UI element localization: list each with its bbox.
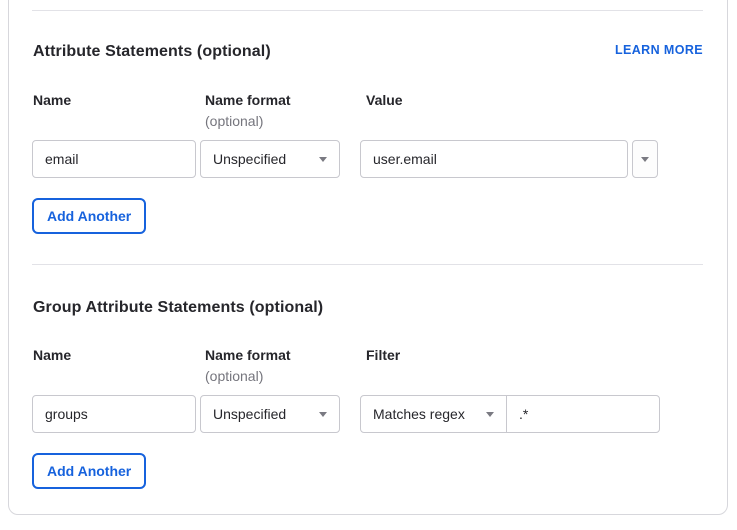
group-col-header-name-format-note: (optional)	[205, 368, 263, 384]
chevron-down-icon	[319, 412, 327, 417]
group-attribute-name-input[interactable]	[32, 395, 196, 433]
col-header-name-format: Name format	[205, 92, 291, 108]
col-header-name: Name	[33, 92, 71, 108]
group-attribute-filter-type-selected: Matches regex	[373, 406, 465, 422]
section-divider-middle	[32, 264, 703, 265]
attribute-name-format-selected: Unspecified	[213, 151, 286, 167]
group-attribute-filter-type-select[interactable]: Matches regex	[361, 396, 507, 432]
group-attribute-filter-value-input[interactable]	[507, 396, 712, 432]
attribute-name-format-select[interactable]: Unspecified	[200, 140, 340, 178]
chevron-down-icon	[486, 412, 494, 417]
learn-more-link[interactable]: LEARN MORE	[615, 43, 703, 57]
add-another-group-attribute-button[interactable]: Add Another	[32, 453, 146, 489]
attribute-value-input[interactable]	[360, 140, 628, 178]
chevron-down-icon	[319, 157, 327, 162]
group-attribute-name-format-select[interactable]: Unspecified	[200, 395, 340, 433]
settings-card	[8, 0, 728, 515]
group-attribute-name-format-selected: Unspecified	[213, 406, 286, 422]
attribute-name-input[interactable]	[32, 140, 196, 178]
group-col-header-name-format: Name format	[205, 347, 291, 363]
attribute-value-dropdown-button[interactable]	[632, 140, 658, 178]
section-divider-top	[32, 10, 703, 11]
col-header-name-format-note: (optional)	[205, 113, 263, 129]
col-header-value: Value	[366, 92, 403, 108]
group-attribute-filter-group: Matches regex	[360, 395, 660, 433]
attribute-statements-heading: Attribute Statements (optional)	[33, 43, 271, 61]
group-attribute-statements-heading: Group Attribute Statements (optional)	[33, 299, 323, 317]
group-col-header-name: Name	[33, 347, 71, 363]
add-another-attribute-button[interactable]: Add Another	[32, 198, 146, 234]
group-col-header-filter: Filter	[366, 347, 400, 363]
chevron-down-icon	[641, 157, 649, 162]
